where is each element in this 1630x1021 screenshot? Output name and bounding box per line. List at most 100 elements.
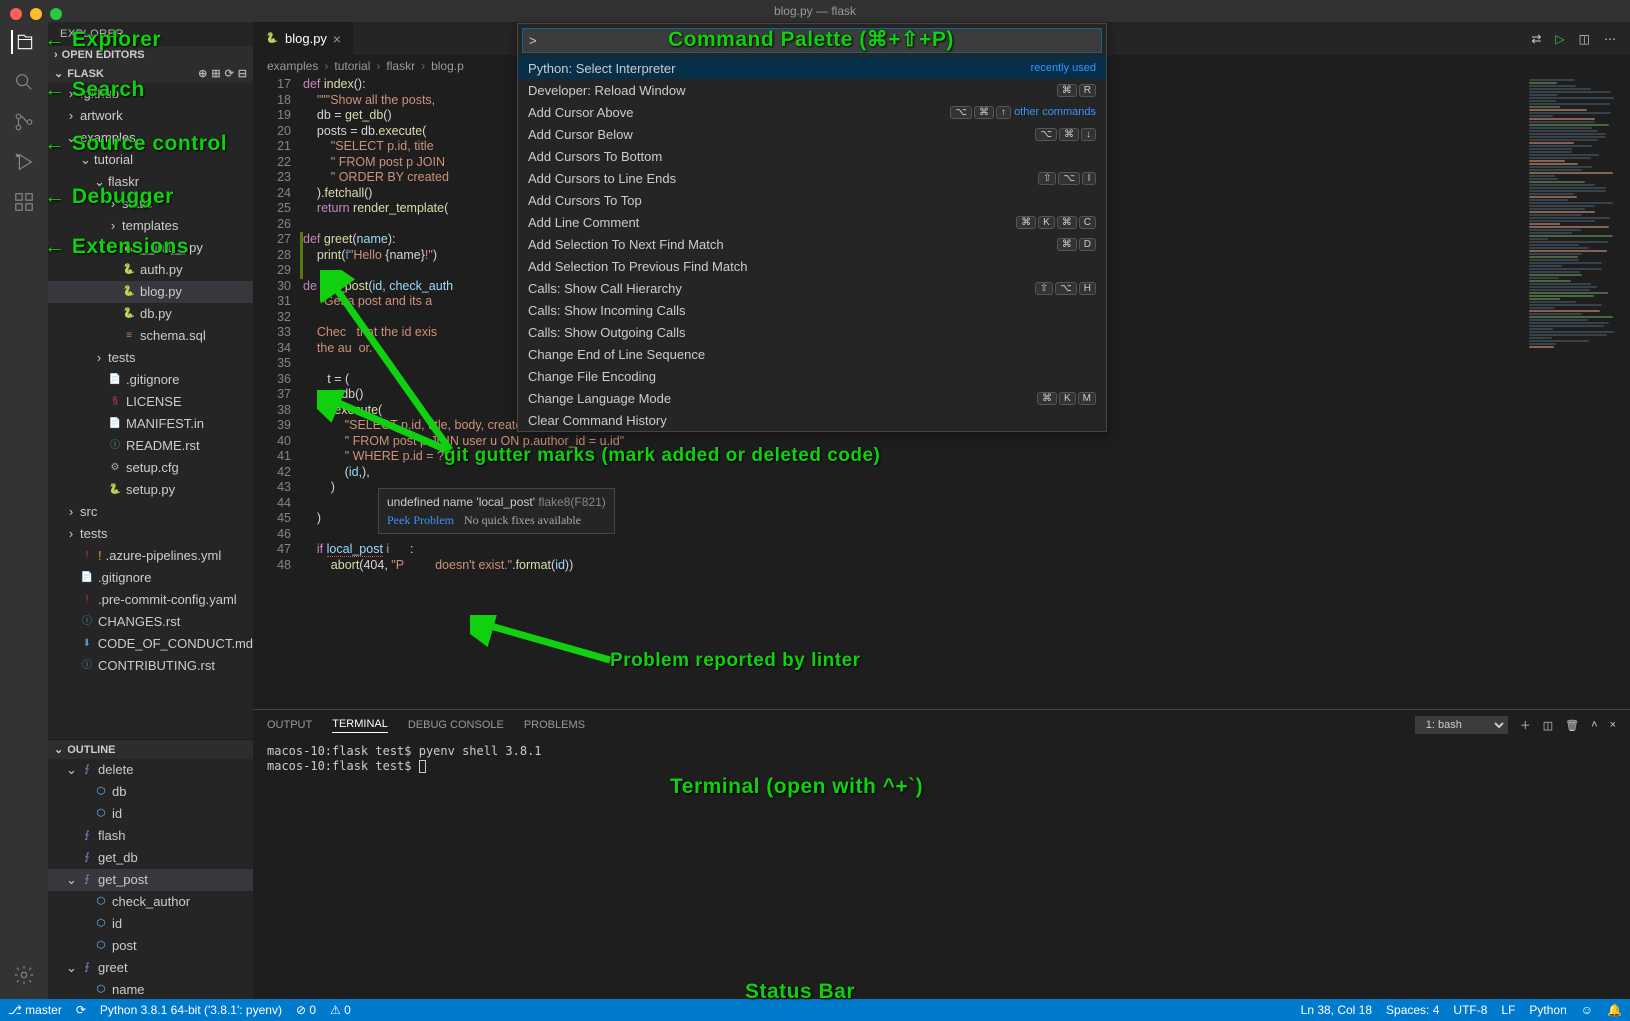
warnings-count[interactable]: ⚠ 0 xyxy=(330,1003,351,1017)
palette-item[interactable]: Add Cursors To Top xyxy=(518,189,1106,211)
breadcrumb-seg[interactable]: examples xyxy=(267,59,318,73)
palette-item[interactable]: Add Cursor Below⌥⌘↓ xyxy=(518,123,1106,145)
outline-item[interactable]: ⌄⨍get_post xyxy=(48,869,253,891)
tree-item[interactable]: ⓘCONTRIBUTING.rst xyxy=(48,655,253,677)
tree-item[interactable]: ›templates xyxy=(48,215,253,237)
palette-item[interactable]: Clear Command History xyxy=(518,409,1106,431)
tree-item[interactable]: !! .azure-pipelines.yml xyxy=(48,545,253,567)
tree-item[interactable]: ⌄tutorial xyxy=(48,149,253,171)
outline-item[interactable]: ⬡db xyxy=(48,781,253,803)
palette-item[interactable]: Change End of Line Sequence xyxy=(518,343,1106,365)
close-panel-icon[interactable]: × xyxy=(1610,719,1616,731)
tree-item[interactable]: ⌄examples xyxy=(48,127,253,149)
refresh-icon[interactable]: ⟳ xyxy=(225,67,234,80)
breadcrumb-seg[interactable]: flaskr xyxy=(386,59,415,73)
panel-tab[interactable]: TERMINAL xyxy=(332,718,388,733)
minimize-window-icon[interactable] xyxy=(30,8,42,20)
more-icon[interactable]: ⋯ xyxy=(1604,32,1616,46)
maximize-panel-icon[interactable]: ˄ xyxy=(1591,719,1597,731)
peek-problem-link[interactable]: Peek Problem xyxy=(387,513,454,527)
outline-item[interactable]: ⌄⨍delete xyxy=(48,759,253,781)
tree-item[interactable]: ›static xyxy=(48,193,253,215)
notifications-icon[interactable]: 🔔 xyxy=(1607,1003,1622,1017)
errors-count[interactable]: ⊘ 0 xyxy=(296,1003,316,1017)
close-window-icon[interactable] xyxy=(10,8,22,20)
breadcrumb-seg[interactable]: tutorial xyxy=(334,59,370,73)
tree-item[interactable]: 🐍blog.py xyxy=(48,281,253,303)
tree-item[interactable]: ›tests xyxy=(48,523,253,545)
minimap[interactable] xyxy=(1520,77,1630,709)
tree-item[interactable]: ≡schema.sql xyxy=(48,325,253,347)
tree-item[interactable]: §LICENSE xyxy=(48,391,253,413)
compare-icon[interactable]: ⇄ xyxy=(1531,32,1541,46)
panel-tab[interactable]: PROBLEMS xyxy=(524,719,585,731)
extensions-icon[interactable] xyxy=(12,190,36,214)
palette-item[interactable]: Add Cursors To Bottom xyxy=(518,145,1106,167)
palette-item[interactable]: Calls: Show Outgoing Calls xyxy=(518,321,1106,343)
kill-terminal-icon[interactable]: 🗑 xyxy=(1565,719,1579,732)
tree-item[interactable]: ›src xyxy=(48,501,253,523)
breadcrumb-seg[interactable]: blog.p xyxy=(431,59,464,73)
zoom-window-icon[interactable] xyxy=(50,8,62,20)
palette-item[interactable]: Add Selection To Next Find Match⌘D xyxy=(518,233,1106,255)
terminal-body[interactable]: macos-10:flask test$ pyenv shell 3.8.1 m… xyxy=(253,740,1630,999)
window-controls[interactable] xyxy=(10,8,62,20)
tree-item[interactable]: !.pre-commit-config.yaml xyxy=(48,589,253,611)
tree-item[interactable]: ›artwork xyxy=(48,105,253,127)
palette-item[interactable]: Add Cursors to Line Ends⇧⌥I xyxy=(518,167,1106,189)
search-icon[interactable] xyxy=(12,70,36,94)
palette-item[interactable]: Python: Select Interpreter recently used xyxy=(518,57,1106,79)
tree-item[interactable]: 📄.gitignore xyxy=(48,369,253,391)
tree-item[interactable]: 🐍db.py xyxy=(48,303,253,325)
tree-item[interactable]: ⓘREADME.rst xyxy=(48,435,253,457)
sync-icon[interactable]: ⟳ xyxy=(76,1003,86,1017)
palette-item[interactable]: Developer: Reload Window⌘R xyxy=(518,79,1106,101)
new-file-icon[interactable]: ⊕ xyxy=(198,67,207,80)
collapse-icon[interactable]: ⊟ xyxy=(238,67,247,80)
tree-item[interactable]: ⚙setup.cfg xyxy=(48,457,253,479)
tree-item[interactable]: ⓘCHANGES.rst xyxy=(48,611,253,633)
outline-item[interactable]: ⬡id xyxy=(48,803,253,825)
eol[interactable]: LF xyxy=(1501,1003,1515,1017)
new-folder-icon[interactable]: ⊞ xyxy=(211,67,220,80)
tree-item[interactable]: ›tests xyxy=(48,347,253,369)
panel-tab[interactable]: DEBUG CONSOLE xyxy=(408,719,504,731)
outline-header[interactable]: ⌄OUTLINE xyxy=(48,739,253,759)
palette-item[interactable]: Add Line Comment⌘K⌘C xyxy=(518,211,1106,233)
tree-item[interactable]: ›.github xyxy=(48,83,253,105)
panel-tab[interactable]: OUTPUT xyxy=(267,719,312,731)
debug-icon[interactable] xyxy=(12,150,36,174)
tab-blog-py[interactable]: 🐍 blog.py × xyxy=(253,22,354,55)
settings-gear-icon[interactable] xyxy=(12,963,36,987)
split-terminal-icon[interactable]: ◫ xyxy=(1543,719,1553,732)
outline-item[interactable]: ⬡id xyxy=(48,913,253,935)
palette-item[interactable]: Change File Encoding xyxy=(518,365,1106,387)
tree-item[interactable]: ⬇CODE_OF_CONDUCT.md xyxy=(48,633,253,655)
explorer-icon[interactable] xyxy=(11,30,35,54)
python-interpreter[interactable]: Python 3.8.1 64-bit ('3.8.1': pyenv) xyxy=(100,1003,282,1017)
tree-item[interactable]: 🐍__init__.py xyxy=(48,237,253,259)
outline-item[interactable]: ⬡check_author xyxy=(48,891,253,913)
outline-item[interactable]: ⌄⨍greet xyxy=(48,957,253,979)
palette-item[interactable]: Add Selection To Previous Find Match xyxy=(518,255,1106,277)
close-tab-icon[interactable]: × xyxy=(333,31,341,47)
outline-item[interactable]: ⬡name xyxy=(48,979,253,999)
palette-item[interactable]: Change Language Mode⌘KM xyxy=(518,387,1106,409)
cursor-position[interactable]: Ln 38, Col 18 xyxy=(1301,1003,1372,1017)
source-control-icon[interactable] xyxy=(12,110,36,134)
open-editors-header[interactable]: ›OPEN EDITORS xyxy=(48,46,253,64)
new-terminal-icon[interactable]: ＋ xyxy=(1520,717,1531,733)
tree-item[interactable]: 🐍auth.py xyxy=(48,259,253,281)
workspace-header[interactable]: ⌄FLASK ⊕ ⊞ ⟳ ⊟ xyxy=(48,64,253,83)
palette-item[interactable]: Calls: Show Incoming Calls xyxy=(518,299,1106,321)
tree-item[interactable]: 📄MANIFEST.in xyxy=(48,413,253,435)
outline-item[interactable]: ⨍flash xyxy=(48,825,253,847)
split-editor-icon[interactable]: ◫ xyxy=(1579,32,1590,46)
command-palette[interactable]: > Python: Select Interpreter recently us… xyxy=(517,23,1107,432)
terminal-select[interactable]: 1: bash xyxy=(1415,716,1508,734)
tree-item[interactable]: ⌄flaskr xyxy=(48,171,253,193)
tree-item[interactable]: 📄.gitignore xyxy=(48,567,253,589)
palette-input[interactable]: > xyxy=(522,28,1102,53)
git-branch[interactable]: ⎇ master xyxy=(8,1003,62,1017)
run-icon[interactable]: ▷ xyxy=(1555,32,1564,46)
